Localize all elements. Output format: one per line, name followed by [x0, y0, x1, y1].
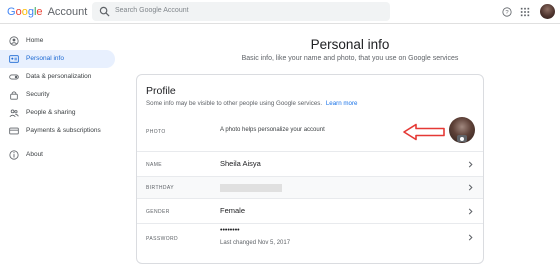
profile-card: Profile Some info may be visible to othe… — [136, 74, 484, 264]
page-subtitle: Basic info, like your name and photo, th… — [241, 55, 459, 62]
top-bar: Google Account Search Google Account ? — [0, 0, 560, 24]
birthday-row[interactable]: BIRTHDAY — [137, 176, 483, 198]
password-last-changed: Last changed Nov 5, 2017 — [220, 240, 291, 246]
password-label: PASSWORD — [146, 236, 178, 242]
sidebar-item-label: Payments & subscriptions — [26, 127, 101, 134]
sidebar-item-label: Data & personalization — [26, 73, 92, 80]
search-icon — [99, 6, 110, 17]
sidebar-item-label: People & sharing — [26, 109, 76, 116]
apps-grid-icon[interactable] — [520, 7, 530, 17]
sidebar-item-people-sharing[interactable]: People & sharing — [0, 104, 115, 122]
sidebar-item-label: About — [26, 151, 43, 158]
password-row[interactable]: PASSWORD •••••••• Last changed Nov 5, 20… — [137, 223, 483, 263]
chevron-right-icon — [468, 184, 473, 191]
password-value: •••••••• — [220, 227, 240, 234]
annotation-arrow-icon — [403, 123, 445, 141]
name-row[interactable]: NAME Sheila Aisya — [137, 151, 483, 176]
logo-letter: G — [7, 6, 16, 18]
sidebar-item-home[interactable]: Home — [0, 32, 115, 50]
person-circle-icon — [9, 36, 19, 46]
sidebar-item-label: Security — [26, 91, 50, 98]
search-input[interactable]: Search Google Account — [92, 2, 390, 21]
logo-suffix: Account — [47, 6, 88, 18]
name-label: NAME — [146, 162, 163, 168]
camera-icon[interactable] — [457, 135, 467, 142]
account-avatar[interactable] — [540, 4, 555, 19]
info-icon — [9, 150, 19, 160]
credit-card-icon — [9, 127, 19, 135]
sidebar-nav: Home Personal info Data & personalizatio… — [0, 32, 120, 164]
learn-more-link[interactable]: Learn more — [326, 100, 358, 107]
people-icon — [9, 109, 19, 118]
photo-hint: A photo helps personalize your account — [220, 127, 325, 133]
birthday-label: BIRTHDAY — [146, 185, 175, 191]
chevron-right-icon — [468, 208, 473, 215]
gender-value: Female — [220, 206, 246, 215]
sidebar-item-about[interactable]: About — [0, 146, 115, 164]
logo-letter: e — [36, 6, 43, 18]
photo-label: PHOTO — [146, 129, 166, 135]
sidebar-item-label: Home — [26, 37, 44, 44]
sidebar-item-payments-subscriptions[interactable]: Payments & subscriptions — [0, 122, 115, 140]
profile-card-title: Profile — [146, 85, 176, 97]
toggle-icon — [9, 74, 19, 80]
profile-card-description: Some info may be visible to other people… — [146, 100, 358, 107]
name-value: Sheila Aisya — [220, 159, 261, 168]
search-placeholder: Search Google Account — [115, 7, 189, 14]
birthday-redacted-value — [220, 184, 282, 192]
gender-row[interactable]: GENDER Female — [137, 198, 483, 223]
sidebar-item-data-personalization[interactable]: Data & personalization — [0, 68, 115, 86]
id-card-icon — [9, 55, 19, 63]
page-title: Personal info — [310, 37, 390, 52]
gender-label: GENDER — [146, 209, 170, 215]
sidebar-item-security[interactable]: Security — [0, 86, 115, 104]
sidebar-item-personal-info[interactable]: Personal info — [0, 50, 115, 68]
google-account-logo[interactable]: Google Account — [7, 6, 87, 18]
profile-description-text: Some info may be visible to other people… — [146, 100, 323, 107]
help-icon[interactable]: ? — [502, 7, 512, 17]
chevron-right-icon — [468, 234, 473, 241]
sidebar-item-label: Personal info — [26, 55, 64, 62]
svg-text:?: ? — [505, 10, 509, 16]
chevron-right-icon — [468, 161, 473, 168]
lock-icon — [10, 91, 18, 100]
